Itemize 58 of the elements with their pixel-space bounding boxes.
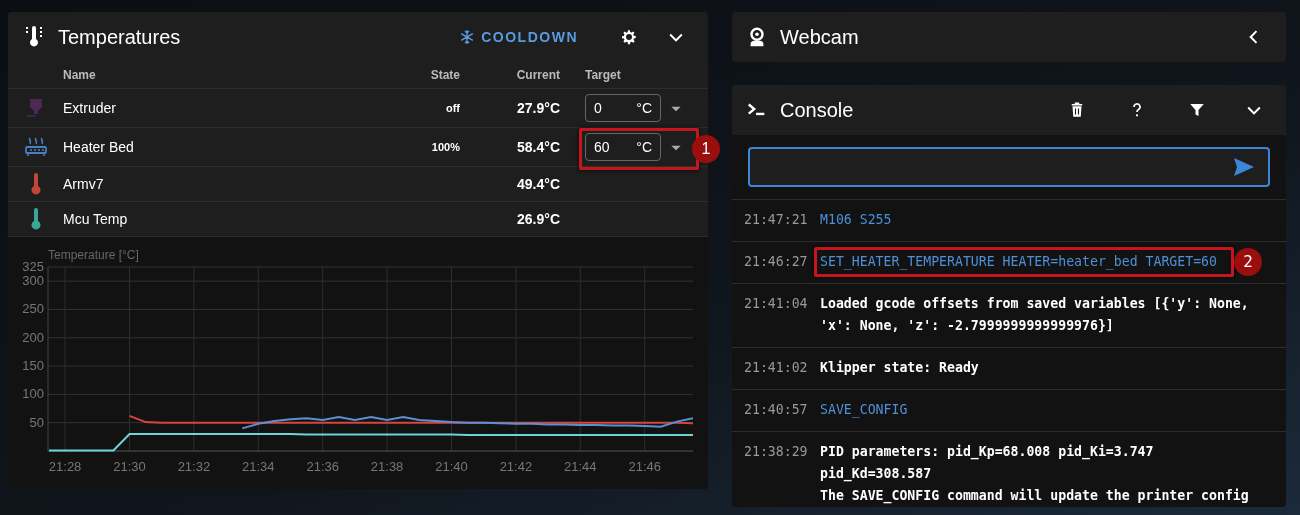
column-header: Current: [515, 67, 560, 84]
log-message: Loaded gcode offsets from saved variables [{'y': None, 'x': None, 'z': -2.7999999999999976}]: [820, 296, 1250, 333]
target-field[interactable]: 0 °C: [585, 94, 661, 122]
callout-number: 2: [1234, 248, 1262, 276]
column-header: State: [429, 67, 460, 84]
log-timestamp: 21:41:02: [744, 359, 809, 377]
heater-name: Heater Bed: [63, 137, 135, 157]
x-tick-label: 21:38: [370, 459, 404, 474]
y-tick-label: 300: [22, 273, 44, 289]
log-message: PID parameters: pid_Kp=68.008 pid_Ki=3.747 pid_Kd=308.587 The SAVE_CONFIG command will update the printer config: [820, 444, 1249, 503]
x-tick-label: 21:46: [628, 459, 661, 474]
send-icon: [1232, 155, 1256, 179]
y-tick-label: 250: [22, 301, 44, 317]
current-temperature: 58.4°C: [516, 137, 560, 157]
log-message: Klipper state: Ready: [820, 360, 979, 375]
settings-icon: [620, 28, 638, 46]
command-text: SAVE_CONFIG: [820, 402, 908, 417]
x-tick-label: 21:30: [113, 459, 146, 474]
panel-title: Webcam: [780, 25, 859, 50]
column-header: Target: [584, 67, 622, 84]
target-field[interactable]: 60 °C: [585, 133, 661, 161]
x-tick-label: 21:34: [242, 459, 275, 474]
command-text: M106 S255: [820, 212, 892, 227]
x-tick-label: 21:36: [306, 459, 339, 474]
command-text: SET_HEATER_TEMPERATURE HEATER=heater_bed TARGET=60: [820, 254, 1217, 269]
heater-name: Armv7: [63, 174, 105, 194]
log-timestamp: 21:47:21: [744, 211, 809, 229]
current-temperature: 26.9°C: [516, 209, 560, 229]
y-tick-label: 150: [22, 358, 44, 374]
y-tick-label: 50: [29, 414, 44, 430]
y-tick-label: 100: [22, 386, 44, 402]
current-temperature: 27.9°C: [516, 98, 560, 118]
column-header: Name: [63, 67, 97, 84]
log-timestamp: 21:46:27: [744, 253, 809, 271]
send-button[interactable]: [1232, 155, 1256, 179]
panel-title: Console: [780, 98, 854, 123]
axis-title: Temperature [°C]: [48, 248, 139, 262]
x-tick-label: 21:44: [564, 459, 597, 474]
heater-state: 100%: [431, 140, 460, 153]
x-tick-label: 21:28: [48, 459, 82, 474]
filter-icon: [1188, 101, 1206, 119]
log-timestamp: 21:38:29: [744, 443, 809, 461]
cooldown-button[interactable]: COOLDOWN: [451, 22, 586, 52]
panel-title: Temperatures: [58, 25, 181, 50]
heater-state: off: [445, 101, 460, 114]
log-timestamp: 21:41:04: [744, 295, 809, 313]
current-temperature: 49.4°C: [516, 174, 560, 194]
y-tick-label: 200: [22, 329, 44, 345]
callout-number: 1: [692, 135, 720, 163]
x-tick-label: 21:40: [435, 459, 468, 474]
heater-name: Extruder: [63, 98, 117, 118]
y-tick-label: 325: [22, 259, 44, 274]
snowflake-icon: [459, 29, 476, 45]
x-tick-label: 21:42: [499, 459, 533, 474]
log-timestamp: 21:40:57: [744, 401, 809, 419]
command-input[interactable]: [748, 147, 1270, 187]
heater-name: Mcu Temp: [63, 209, 129, 229]
x-tick-label: 21:32: [177, 459, 211, 474]
